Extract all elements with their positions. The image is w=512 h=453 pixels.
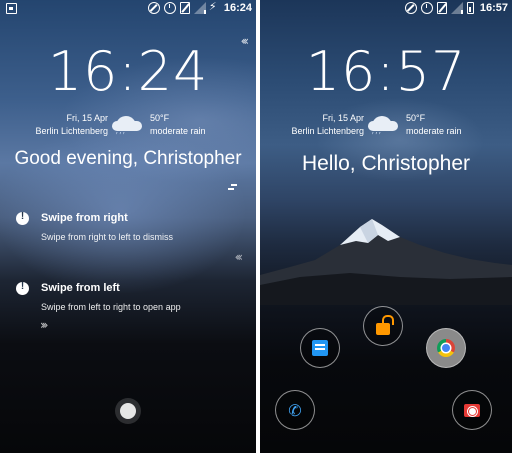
messages-icon xyxy=(312,340,328,356)
phone-icon: ✆ xyxy=(288,400,302,420)
phone-app-button[interactable]: ✆ xyxy=(275,390,315,430)
weather-condition: moderate rain xyxy=(406,126,462,136)
chrome-app-button[interactable] xyxy=(426,328,466,368)
unlock-icon xyxy=(376,322,390,335)
image-notification-icon xyxy=(6,3,17,14)
tip-title: Swipe from right xyxy=(41,212,128,224)
do-not-disturb-icon xyxy=(147,2,160,14)
tip-text: Swipe from right to left to dismiss xyxy=(41,232,174,242)
weather-condition: moderate rain xyxy=(150,126,206,136)
weather-date: Fri, 15 Apr xyxy=(66,113,108,123)
camera-icon xyxy=(464,403,480,417)
greeting-text: Hello, Christopher xyxy=(301,152,471,175)
no-sim-icon xyxy=(436,2,447,14)
status-time: 16:24 xyxy=(223,2,252,14)
info-icon xyxy=(16,281,29,295)
charging-icon xyxy=(209,0,218,14)
mountain-wallpaper xyxy=(260,219,512,305)
alarm-icon xyxy=(420,2,433,14)
lockscreen-clock: 16:24 xyxy=(47,40,209,103)
greeting-text: Good evening, Christopher xyxy=(14,148,242,169)
left-lockscreen: 16:24 ‹‹‹ 16:24 Fri, 15 Apr Berlin Licht… xyxy=(0,0,256,453)
signal-icon xyxy=(450,2,463,14)
unlock-circle-button[interactable] xyxy=(115,398,141,424)
menu-dash-icon[interactable] xyxy=(227,184,237,190)
chrome-icon xyxy=(437,339,455,357)
rain-cloud-icon: ′′′ xyxy=(110,112,144,142)
swipe-right-chevrons-icon: ››› xyxy=(40,318,49,332)
info-icon xyxy=(16,211,29,225)
lockscreen-clock: 16:57 xyxy=(305,40,467,103)
do-not-disturb-icon xyxy=(404,2,417,14)
weather-date: Fri, 15 Apr xyxy=(322,113,364,123)
signal-icon xyxy=(193,2,206,14)
tip-title: Swipe from left xyxy=(41,282,120,294)
no-sim-icon xyxy=(179,2,190,14)
weather-widget: Fri, 15 Apr Berlin Lichtenberg ′′′ 50°F … xyxy=(0,112,256,148)
battery-icon xyxy=(466,2,474,14)
weather-location: Berlin Lichtenberg xyxy=(35,126,108,136)
status-bar: 16:57 xyxy=(260,0,512,18)
messages-app-button[interactable] xyxy=(300,328,340,368)
status-bar: 16:24 xyxy=(0,0,256,18)
right-lockscreen: 16:57 16:57 Fri, 15 Apr Berlin Lichtenbe… xyxy=(260,0,512,453)
camera-app-button[interactable] xyxy=(452,390,492,430)
weather-temperature: 50°F xyxy=(150,113,170,123)
tip-swipe-right: Swipe from right Swipe from right to lef… xyxy=(16,211,244,252)
tip-text: Swipe from left to right to open app xyxy=(41,302,181,312)
swipe-left-chevrons-icon: ‹‹‹ xyxy=(234,250,244,264)
weather-widget: Fri, 15 Apr Berlin Lichtenberg ′′′ 50°F … xyxy=(260,112,512,148)
alarm-icon xyxy=(163,2,176,14)
tip-swipe-left: Swipe from left Swipe from left to right… xyxy=(16,281,244,322)
weather-temperature: 50°F xyxy=(406,113,426,123)
status-time: 16:57 xyxy=(479,2,508,14)
rain-cloud-icon: ′′′ xyxy=(366,112,400,142)
unlock-button[interactable] xyxy=(363,306,403,346)
weather-location: Berlin Lichtenberg xyxy=(291,126,364,136)
